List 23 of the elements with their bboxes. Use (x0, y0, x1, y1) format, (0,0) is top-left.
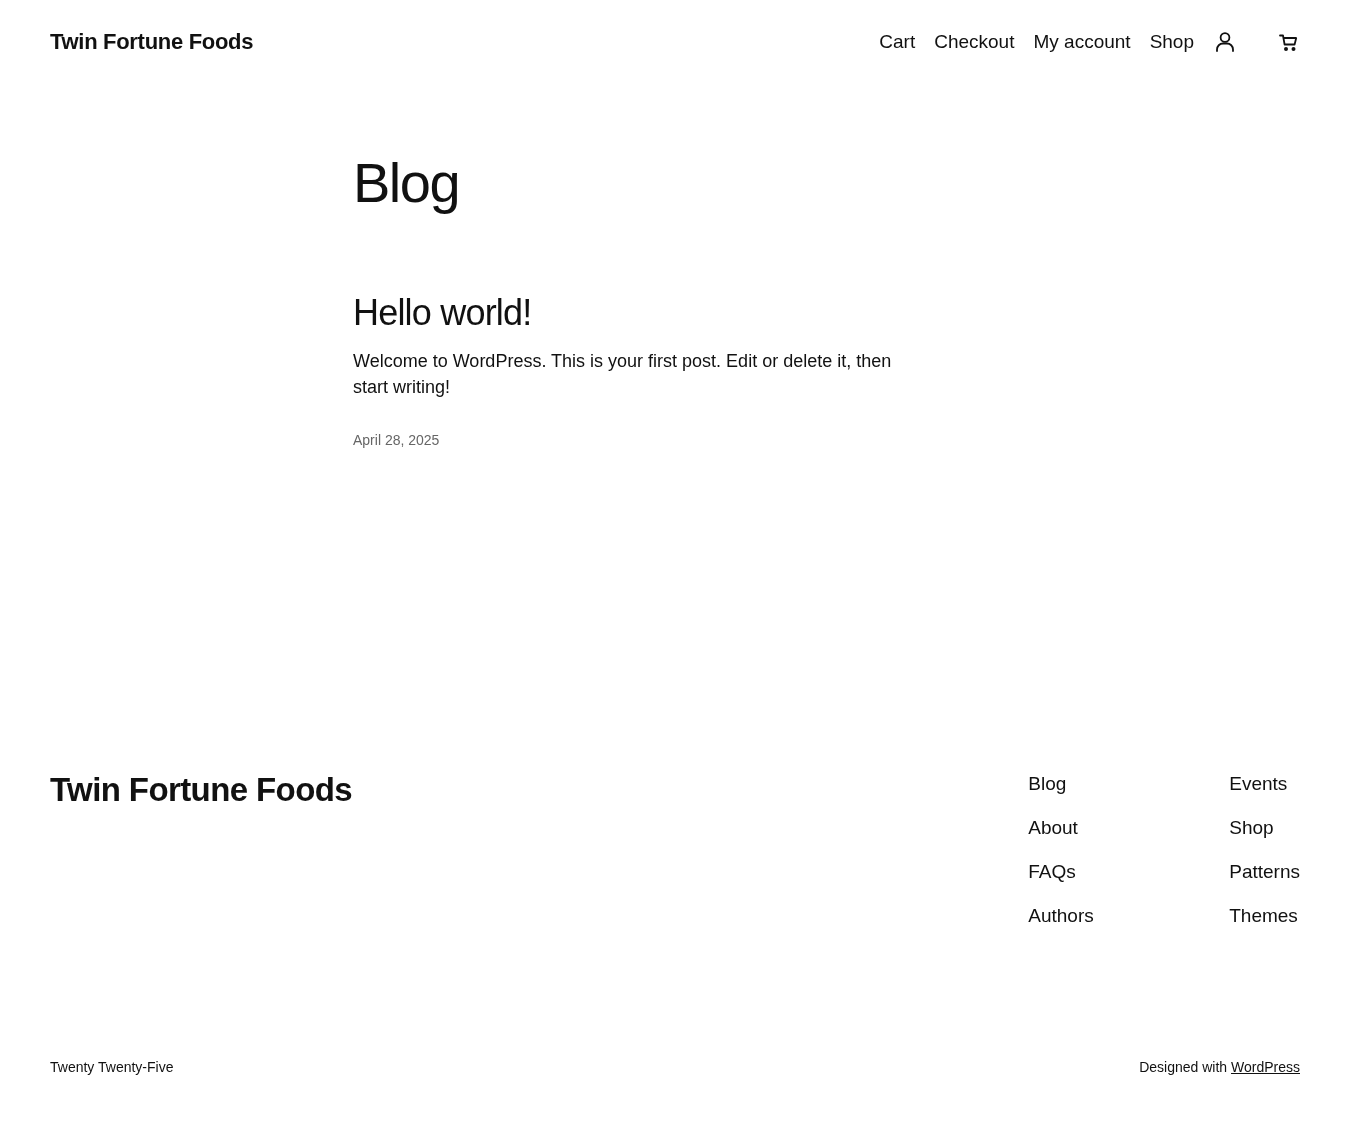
footer-link[interactable]: Authors (1028, 903, 1094, 929)
post-excerpt: Welcome to WordPress. This is your first post. Edit or delete it, then start writing! (353, 350, 893, 399)
nav-link[interactable]: Shop (1149, 31, 1194, 53)
footer-link[interactable]: Themes (1229, 903, 1298, 929)
footer-link[interactable]: Blog (1028, 771, 1067, 797)
nav-link[interactable]: Cart (879, 31, 916, 53)
site-title[interactable]: Twin Fortune Foods (50, 29, 254, 55)
footer-link[interactable]: Shop (1229, 815, 1274, 841)
account-icon[interactable] (1216, 32, 1234, 52)
footer-link[interactable]: Patterns (1229, 859, 1300, 885)
post-date: April 28, 2025 (353, 431, 440, 450)
theme-name: Twenty Twenty-Five (50, 1058, 174, 1077)
nav-link[interactable]: My account (1033, 31, 1131, 53)
footer-link[interactable]: Events (1229, 771, 1288, 797)
post-title[interactable]: Hello world! (353, 291, 532, 334)
cart-icon[interactable] (1278, 33, 1298, 51)
footer-link[interactable]: FAQs (1028, 859, 1076, 885)
credit-text: Designed with WordPress (1139, 1058, 1300, 1077)
wordpress-link[interactable]: WordPress (1231, 1059, 1300, 1075)
nav-link[interactable]: Checkout (934, 31, 1015, 53)
footer-link[interactable]: About (1028, 815, 1078, 841)
page-title: Blog (353, 152, 460, 214)
footer-site-title[interactable]: Twin Fortune Foods (50, 768, 353, 812)
